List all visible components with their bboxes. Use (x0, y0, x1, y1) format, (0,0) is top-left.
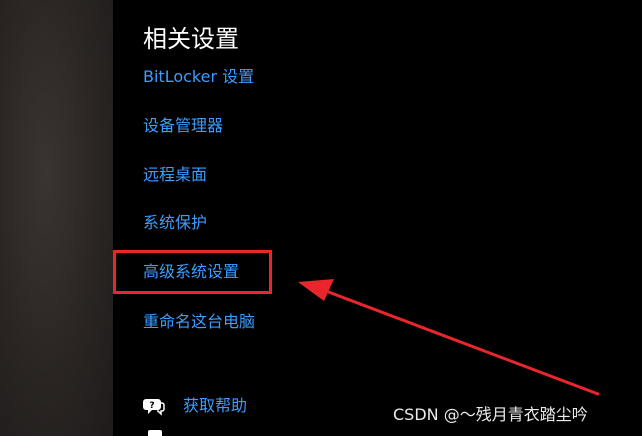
link-system-protection[interactable]: 系统保护 (143, 212, 207, 234)
link-rename-this-pc[interactable]: 重命名这台电脑 (143, 311, 255, 333)
related-settings-heading: 相关设置 (143, 25, 239, 53)
help-chat-icon: ? (143, 399, 165, 416)
get-help-link[interactable]: ? 获取帮助 (143, 393, 247, 419)
link-remote-desktop[interactable]: 远程桌面 (143, 164, 207, 186)
csdn-watermark: CSDN @～残月青衣踏尘吟 (393, 405, 588, 424)
get-help-label: 获取帮助 (183, 396, 248, 415)
feedback-icon (148, 430, 162, 436)
wallpaper-strip (0, 0, 113, 436)
link-device-manager[interactable]: 设备管理器 (143, 115, 223, 137)
annotation-highlight-box (113, 250, 272, 294)
svg-text:?: ? (149, 401, 154, 411)
link-bitlocker-settings[interactable]: BitLocker 设置 (143, 66, 254, 88)
